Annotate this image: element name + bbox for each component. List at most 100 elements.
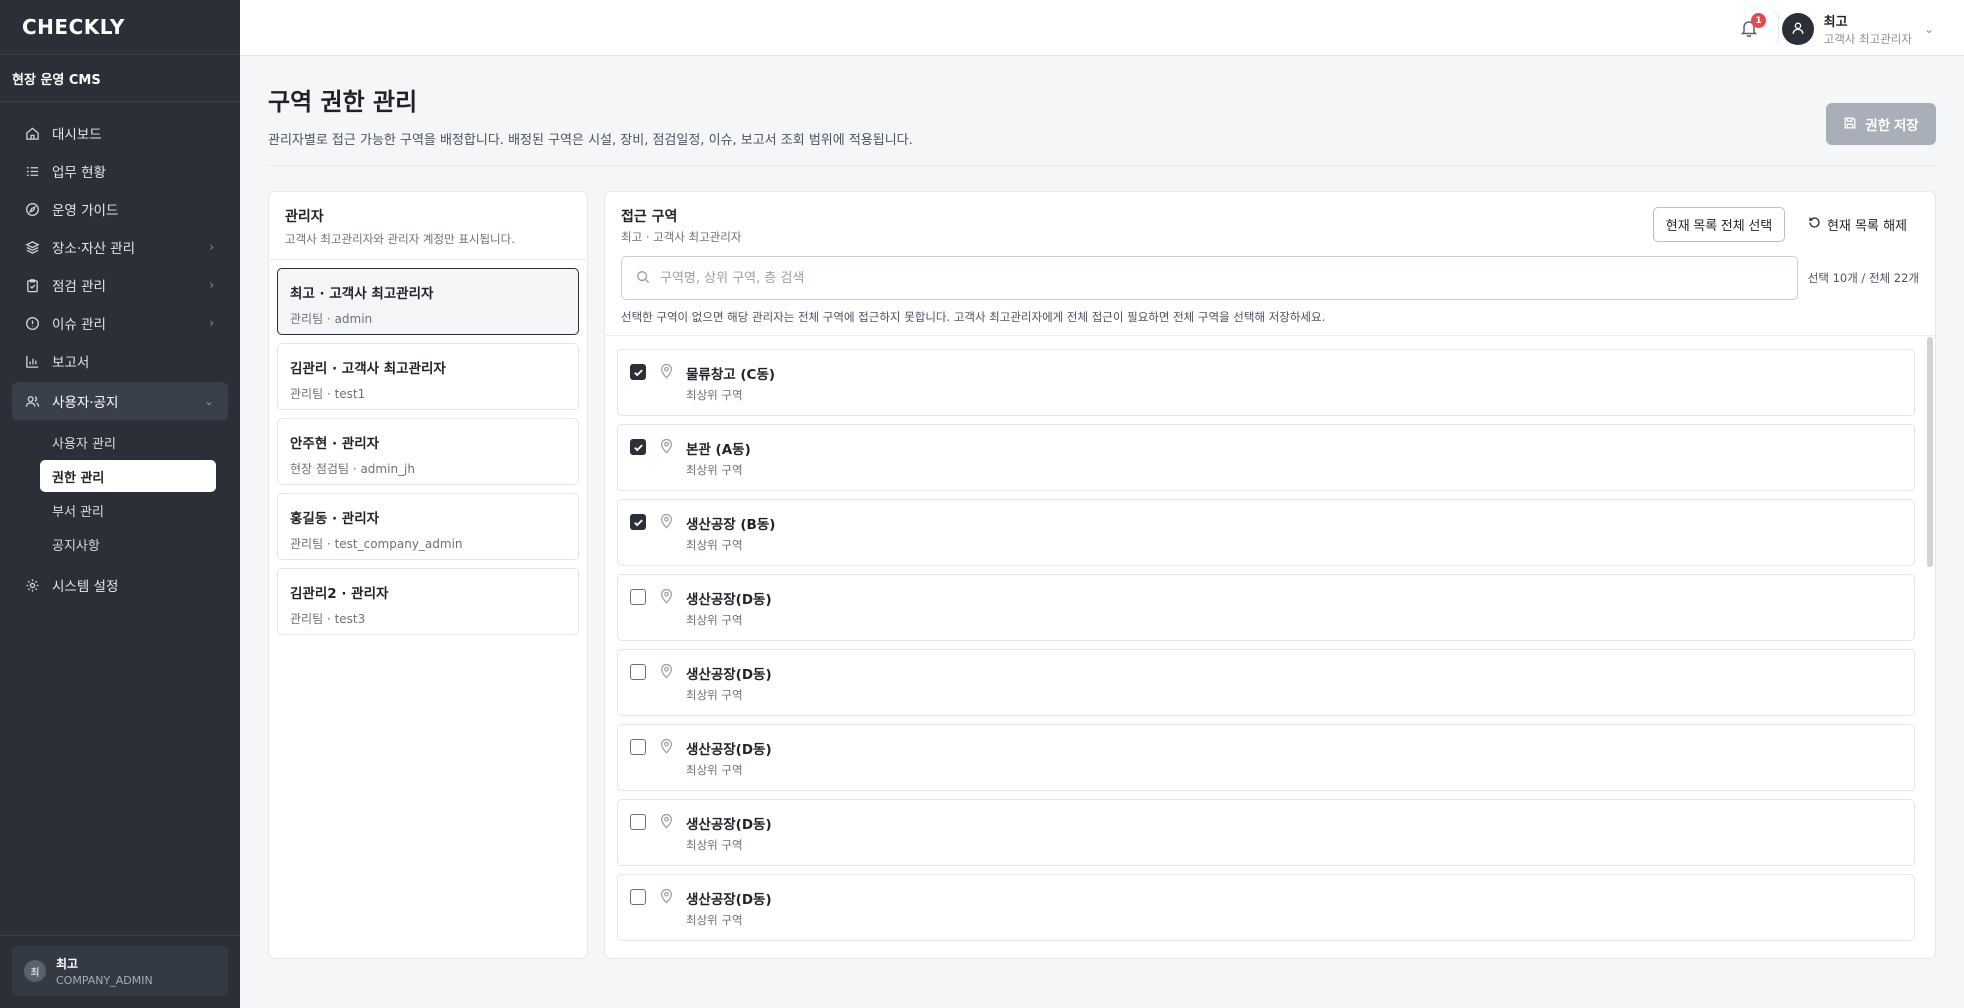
map-pin-icon <box>660 438 674 454</box>
admin-card[interactable]: 안주현 · 관리자 현장 점검팀 · admin_jh <box>277 418 579 485</box>
app-logo[interactable]: CHECKLY <box>0 0 240 55</box>
map-pin-icon <box>660 588 674 604</box>
subnav-item-permission-management[interactable]: 권한 관리 <box>40 460 216 492</box>
map-pin-icon <box>660 813 674 829</box>
nav-item-reports[interactable]: 보고서 <box>12 342 228 380</box>
zone-item[interactable]: 생산공장(D동) 최상위 구역 <box>617 574 1915 641</box>
save-permissions-button[interactable]: 권한 저장 <box>1826 103 1936 145</box>
nav-item-issues[interactable]: 이슈 관리 › <box>12 304 228 342</box>
admin-card[interactable]: 김관리 · 고객사 최고관리자 관리팀 · test1 <box>277 343 579 410</box>
chevron-right-icon: › <box>209 316 214 330</box>
selection-count: 선택 10개 / 전체 22개 <box>1807 271 1919 285</box>
zone-checkbox[interactable] <box>630 889 646 905</box>
nav-item-dashboard[interactable]: 대시보드 <box>12 114 228 152</box>
zone-checkbox[interactable] <box>630 739 646 755</box>
zone-item[interactable]: 생산공장(D동) 최상위 구역 <box>617 649 1915 716</box>
nav-item-places-assets[interactable]: 장소·자산 관리 › <box>12 228 228 266</box>
zone-name: 물류창고 (C동) <box>686 367 776 383</box>
nav-label: 대시보드 <box>52 127 102 143</box>
notification-button[interactable]: 1 <box>1740 13 1766 38</box>
nav-item-guide[interactable]: 운영 가이드 <box>12 190 228 228</box>
bar-chart-icon <box>24 353 40 369</box>
zone-search-box <box>621 256 1798 300</box>
zone-name: 생산공장(D동) <box>686 892 772 908</box>
zone-level: 최상위 구역 <box>686 613 743 627</box>
nav-item-users-notices[interactable]: 사용자·공지 ⌄ <box>12 382 228 420</box>
admin-card[interactable]: 김관리2 · 관리자 관리팀 · test3 <box>277 568 579 635</box>
zone-level: 최상위 구역 <box>686 838 743 852</box>
subnav-item-department-management[interactable]: 부서 관리 <box>40 494 216 526</box>
chevron-down-icon: ⌄ <box>1923 22 1934 36</box>
nav-item-system-settings[interactable]: 시스템 설정 <box>12 566 228 604</box>
nav-item-inspection[interactable]: 점검 관리 › <box>12 266 228 304</box>
zone-panel: 접근 구역 최고 · 고객사 최고관리자 현재 목록 전체 선택 현재 목록 해… <box>604 191 1936 959</box>
user-menu[interactable]: 최고 고객사 최고관리자 ⌄ <box>1781 11 1934 47</box>
current-user-card[interactable]: 최 최고 COMPANY_ADMIN <box>12 946 228 996</box>
zone-item[interactable]: 생산공장(D동) 최상위 구역 <box>617 724 1915 791</box>
map-pin-icon <box>660 888 674 904</box>
save-icon <box>1843 116 1857 133</box>
chevron-right-icon: › <box>209 278 214 292</box>
admin-name: 김관리 · 고객사 최고관리자 <box>290 361 446 377</box>
zone-level: 최상위 구역 <box>686 913 743 927</box>
clear-selection-button[interactable]: 현재 목록 해제 <box>1808 207 1907 242</box>
zone-item[interactable]: 본관 (A동) 최상위 구역 <box>617 424 1915 491</box>
clear-label: 현재 목록 해제 <box>1826 219 1907 234</box>
zone-level: 최상위 구역 <box>686 388 743 402</box>
zone-search-input[interactable] <box>660 270 1760 286</box>
admin-panel: 관리자 고객사 최고관리자와 관리자 계정만 표시됩니다. 최고 · 고객사 최… <box>268 191 588 959</box>
topbar: 1 최고 고객사 최고관리자 ⌄ <box>240 0 1964 56</box>
admin-panel-subtitle: 고객사 최고관리자와 관리자 계정만 표시됩니다. <box>285 232 515 246</box>
refresh-icon <box>1808 216 1821 233</box>
main-nav: 대시보드 업무 현황 운영 가이드 장소·자산 관리 › 점검 관리 › 이슈 … <box>0 102 240 604</box>
save-label: 권한 저장 <box>1865 118 1919 133</box>
map-pin-icon <box>660 738 674 754</box>
cms-title: 현장 운영 CMS <box>0 55 240 102</box>
subnav-item-user-management[interactable]: 사용자 관리 <box>40 426 216 458</box>
gear-icon <box>24 577 40 593</box>
sidebar: CHECKLY 현장 운영 CMS 대시보드 업무 현황 운영 가이드 장소·자… <box>0 0 240 1008</box>
zone-panel-subtitle: 최고 · 고객사 최고관리자 <box>621 230 742 244</box>
zone-checkbox[interactable] <box>630 664 646 680</box>
zone-level: 최상위 구역 <box>686 763 743 777</box>
zone-level: 최상위 구역 <box>686 463 743 477</box>
nav-label: 사용자·공지 <box>52 395 119 411</box>
zone-name: 본관 (A동) <box>686 442 751 458</box>
zone-checkbox[interactable] <box>630 439 646 455</box>
zone-name: 생산공장(D동) <box>686 592 772 608</box>
zone-level: 최상위 구역 <box>686 688 743 702</box>
admin-name: 홍길동 · 관리자 <box>290 511 380 527</box>
chevron-right-icon: › <box>209 240 214 254</box>
zone-checkbox[interactable] <box>630 514 646 530</box>
map-pin-icon <box>660 663 674 679</box>
notification-badge: 1 <box>1751 13 1766 28</box>
select-all-button[interactable]: 현재 목록 전체 선택 <box>1653 207 1785 242</box>
zone-checkbox[interactable] <box>630 364 646 380</box>
subnav-item-notices[interactable]: 공지사항 <box>40 528 216 560</box>
user-icon <box>1791 20 1805 39</box>
zone-item[interactable]: 생산공장 (B동) 최상위 구역 <box>617 499 1915 566</box>
zone-item[interactable]: 생산공장(D동) 최상위 구역 <box>617 874 1915 941</box>
nav-label: 업무 현황 <box>52 165 106 181</box>
admin-card[interactable]: 홍길동 · 관리자 관리팀 · test_company_admin <box>277 493 579 560</box>
zone-checkbox[interactable] <box>630 589 646 605</box>
user-role: 고객사 최고관리자 <box>1823 32 1912 46</box>
zone-item[interactable]: 물류창고 (C동) 최상위 구역 <box>617 349 1915 416</box>
zone-list: 물류창고 (C동) 최상위 구역 본관 (A동) 최상위 구역 생산공장 (B동… <box>605 337 1935 958</box>
subnav-users-notices: 사용자 관리 권한 관리 부서 관리 공지사항 <box>12 420 228 566</box>
nav-label: 운영 가이드 <box>52 203 119 219</box>
current-user-name: 최고 <box>56 957 79 971</box>
zone-notice: 선택한 구역이 없으면 해당 관리자는 전체 구역에 접근하지 못합니다. 고객… <box>621 310 1326 324</box>
zone-level: 최상위 구역 <box>686 538 743 552</box>
map-pin-icon <box>660 513 674 529</box>
chevron-down-icon: ⌄ <box>203 394 214 408</box>
zone-item[interactable]: 생산공장(D동) 최상위 구역 <box>617 799 1915 866</box>
zone-panel-header: 접근 구역 최고 · 고객사 최고관리자 현재 목록 전체 선택 현재 목록 해… <box>605 192 1935 336</box>
avatar <box>1781 13 1814 45</box>
zone-checkbox[interactable] <box>630 814 646 830</box>
nav-item-work-status[interactable]: 업무 현황 <box>12 152 228 190</box>
admin-card[interactable]: 최고 · 고객사 최고관리자 관리팀 · admin <box>277 268 579 335</box>
zone-list-scrollbar[interactable] <box>1927 337 1933 567</box>
nav-label: 보고서 <box>52 355 90 371</box>
admin-panel-header: 관리자 고객사 최고관리자와 관리자 계정만 표시됩니다. <box>269 192 587 260</box>
